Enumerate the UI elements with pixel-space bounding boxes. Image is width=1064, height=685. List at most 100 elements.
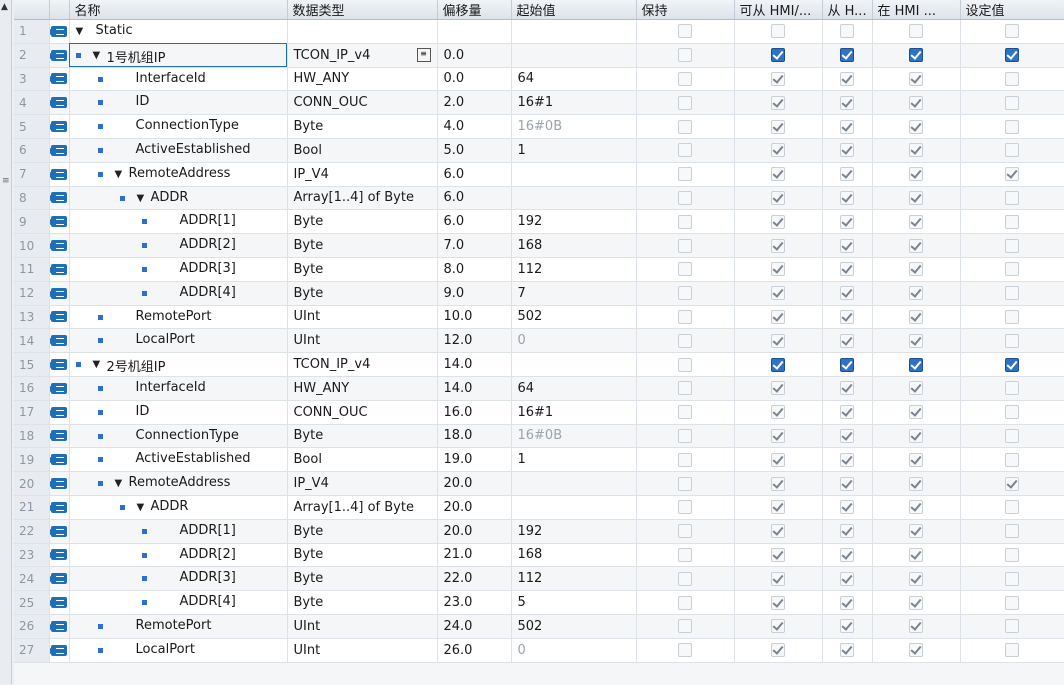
checkbox-icon[interactable] (678, 333, 692, 348)
retain-cell[interactable] (636, 257, 735, 282)
accessible-hmi-cell[interactable] (734, 233, 823, 258)
accessible-hmi-cell[interactable] (734, 209, 823, 235)
data-type-cell[interactable]: Byte (287, 543, 438, 568)
checkbox-icon[interactable] (840, 595, 854, 610)
retain-cell[interactable] (636, 281, 735, 306)
checkbox-icon[interactable] (1005, 190, 1019, 205)
start-value-cell[interactable]: 16#0B (511, 424, 637, 449)
table-row[interactable]: 1 ▼ Static (14, 19, 1064, 44)
checkbox-icon[interactable] (1005, 238, 1019, 253)
retain-cell[interactable] (636, 447, 735, 473)
accessible-hmi-cell[interactable] (734, 352, 823, 377)
checkbox-icon[interactable] (678, 119, 692, 134)
retain-cell[interactable] (636, 138, 735, 163)
data-type-cell[interactable]: CONN_OUC (287, 90, 438, 116)
table-row[interactable]: 8 ▼ ADDR Array[1..4] of Byte 6.0 (14, 186, 1064, 211)
start-value-cell[interactable]: 192 (511, 519, 637, 544)
checkbox-icon[interactable] (678, 143, 692, 158)
checkbox-icon[interactable] (771, 95, 785, 110)
setpoint-cell[interactable] (960, 138, 1064, 163)
checkbox-icon[interactable] (678, 476, 692, 491)
checkbox-icon[interactable] (909, 428, 923, 443)
setpoint-cell[interactable] (960, 400, 1064, 425)
expand-triangle-icon[interactable]: ▼ (115, 169, 123, 180)
visible-hmi-cell[interactable] (872, 614, 961, 639)
checkbox-icon[interactable] (840, 143, 854, 158)
start-value-cell[interactable]: 16#1 (511, 90, 637, 116)
setpoint-cell[interactable] (960, 281, 1064, 306)
visible-hmi-cell[interactable] (872, 233, 961, 258)
checkbox-icon[interactable] (678, 167, 692, 182)
checkbox-icon[interactable] (909, 381, 923, 396)
accessible-hmi-cell[interactable] (734, 400, 823, 425)
setpoint-cell[interactable] (960, 305, 1064, 330)
setpoint-cell[interactable] (960, 186, 1064, 211)
checkbox-icon[interactable] (1005, 95, 1019, 110)
checkbox-icon[interactable] (771, 190, 785, 205)
checkbox-icon[interactable] (771, 595, 785, 610)
checkbox-icon[interactable] (909, 500, 923, 515)
checkbox-icon[interactable] (1005, 500, 1019, 515)
data-type-cell[interactable]: HW_ANY (287, 67, 438, 92)
data-type-cell[interactable]: HW_ANY (287, 376, 438, 401)
name-cell[interactable]: ▼ 1号机组IP (69, 43, 288, 68)
writable-hmi-cell[interactable] (822, 543, 873, 568)
checkbox-icon[interactable] (678, 452, 692, 467)
name-cell[interactable]: ADDR[1] (69, 209, 288, 235)
setpoint-cell[interactable] (960, 471, 1064, 496)
checkbox-icon[interactable] (909, 595, 923, 610)
data-type-cell[interactable]: Byte (287, 424, 438, 449)
checkbox-icon[interactable] (771, 643, 785, 658)
checkbox-icon[interactable] (840, 333, 854, 348)
checkbox-icon[interactable] (840, 48, 854, 63)
checkbox-icon[interactable] (1005, 167, 1019, 182)
writable-hmi-cell[interactable] (822, 590, 873, 615)
visible-hmi-cell[interactable] (872, 638, 961, 663)
visible-hmi-cell[interactable] (872, 281, 961, 306)
retain-cell[interactable] (636, 424, 735, 449)
writable-hmi-cell[interactable] (822, 305, 873, 330)
checkbox-icon[interactable] (909, 71, 923, 86)
table-row[interactable]: 7 ▼ RemoteAddress IP_V4 6.0 (14, 162, 1064, 187)
checkbox-icon[interactable] (1005, 262, 1019, 277)
checkbox-icon[interactable] (1005, 286, 1019, 301)
checkbox-icon[interactable] (1005, 619, 1019, 634)
checkbox-icon[interactable] (840, 619, 854, 634)
name-cell[interactable]: ADDR[3] (69, 566, 288, 592)
accessible-hmi-cell[interactable] (734, 566, 823, 592)
visible-hmi-cell[interactable] (872, 43, 961, 68)
checkbox-icon[interactable] (1005, 48, 1019, 63)
table-row[interactable]: 19 ActiveEstablished Bool 19.0 1 (14, 447, 1064, 473)
checkbox-icon[interactable] (678, 48, 692, 63)
accessible-hmi-cell[interactable] (734, 90, 823, 116)
table-row[interactable]: 18 ConnectionType Byte 18.0 16#0B (14, 424, 1064, 449)
checkbox-icon[interactable] (909, 190, 923, 205)
checkbox-icon[interactable] (1005, 119, 1019, 134)
header-offset[interactable]: 偏移量 (437, 0, 512, 20)
checkbox-icon[interactable] (771, 119, 785, 134)
name-cell[interactable]: ▼ Static (69, 19, 288, 44)
visible-hmi-cell[interactable] (872, 424, 961, 449)
writable-hmi-cell[interactable] (822, 328, 873, 354)
visible-hmi-cell[interactable] (872, 400, 961, 425)
checkbox-icon[interactable] (678, 309, 692, 324)
writable-hmi-cell[interactable] (822, 186, 873, 211)
header-visible-hmi[interactable]: 在 HMI ... (872, 0, 961, 20)
checkbox-icon[interactable] (840, 167, 854, 182)
checkbox-icon[interactable] (771, 167, 785, 182)
writable-hmi-cell[interactable] (822, 162, 873, 187)
name-cell[interactable]: LocalPort (69, 638, 288, 663)
header-name[interactable]: 名称 (69, 0, 288, 20)
data-type-cell[interactable]: Array[1..4] of Byte (287, 495, 438, 520)
checkbox-icon[interactable] (909, 524, 923, 539)
checkbox-icon[interactable] (678, 381, 692, 396)
checkbox-icon[interactable] (678, 95, 692, 110)
name-cell[interactable]: ConnectionType (69, 424, 288, 449)
visible-hmi-cell[interactable] (872, 90, 961, 116)
name-cell[interactable]: LocalPort (69, 328, 288, 354)
setpoint-cell[interactable] (960, 67, 1064, 92)
checkbox-icon[interactable] (840, 262, 854, 277)
checkbox-icon[interactable] (771, 48, 785, 63)
retain-cell[interactable] (636, 43, 735, 68)
retain-cell[interactable] (636, 233, 735, 258)
